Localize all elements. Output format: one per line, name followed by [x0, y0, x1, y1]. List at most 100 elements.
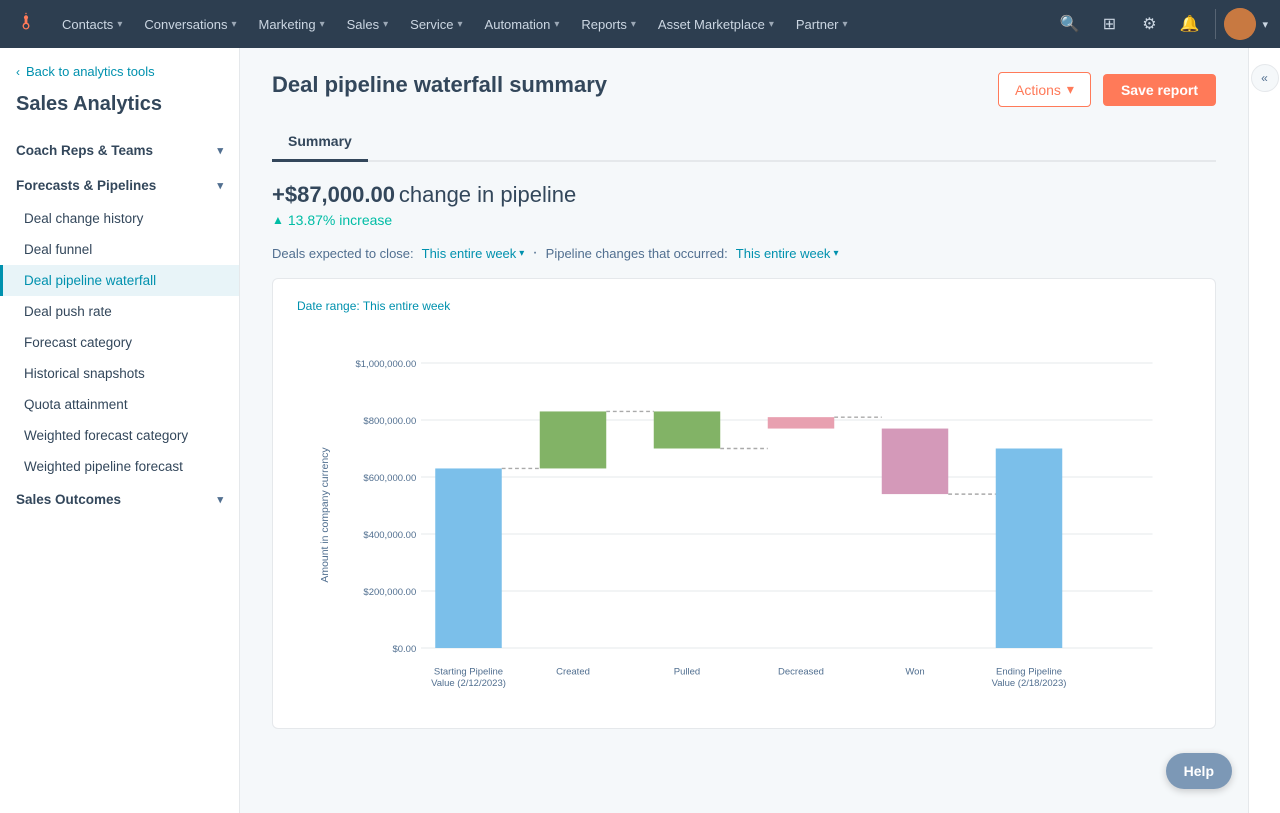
bar-decreased [768, 417, 835, 428]
page-header: Deal pipeline waterfall summary Actions … [272, 72, 1216, 107]
deals-filter-value[interactable]: This entire week ▾ [422, 246, 525, 261]
y-label: $400,000.00 [363, 530, 416, 541]
sidebar-item-quota-attainment[interactable]: Quota attainment [0, 389, 239, 420]
topnav-right-icons: 🔍 ⊞ ⚙ 🔔 ▾ [1051, 6, 1268, 42]
nav-conversations[interactable]: Conversations▾ [134, 0, 246, 48]
grid-button[interactable]: ⊞ [1091, 6, 1127, 42]
nav-automation[interactable]: Automation▾ [475, 0, 570, 48]
increase-arrow-icon: ▲ [272, 213, 284, 227]
section-label: Sales Outcomes [16, 492, 121, 507]
sidebar-item-forecast-category[interactable]: Forecast category [0, 327, 239, 358]
nav-reports[interactable]: Reports▾ [571, 0, 646, 48]
x-label-starting-date: Value (2/12/2023) [431, 678, 506, 689]
bar-pulled [654, 411, 721, 448]
sidebar-item-weighted-pipeline[interactable]: Weighted pipeline forecast [0, 451, 239, 482]
actions-caret-icon: ▾ [1067, 81, 1074, 98]
filter-caret-icon: ▾ [519, 248, 524, 259]
stats-change-value: +$87,000.00 [272, 182, 395, 207]
notifications-button[interactable]: 🔔 [1171, 6, 1207, 42]
search-button[interactable]: 🔍 [1051, 6, 1087, 42]
chevron-down-icon: ▾ [217, 493, 223, 506]
hubspot-logo[interactable] [12, 10, 40, 38]
chart-date-range: Date range: This entire week [297, 299, 1191, 313]
chevron-down-icon: ▾ [217, 144, 223, 157]
collapse-panel-button[interactable]: « [1251, 64, 1279, 92]
x-label-decreased: Decreased [778, 667, 824, 678]
x-label-pulled: Pulled [674, 667, 700, 678]
y-label: $800,000.00 [363, 416, 416, 427]
pipeline-filter-label: Pipeline changes that occurred: [546, 246, 728, 261]
back-link[interactable]: ‹ Back to analytics tools [0, 64, 239, 91]
waterfall-chart: Amount in company currency $1,000,000.00… [297, 325, 1191, 705]
nav-items: Contacts▾ Conversations▾ Marketing▾ Sale… [52, 0, 1051, 48]
sidebar-section-coach-reps[interactable]: Coach Reps & Teams ▾ [0, 133, 239, 168]
y-axis-label: Amount in company currency [320, 447, 331, 583]
filters-bar: Deals expected to close: This entire wee… [272, 244, 1216, 262]
back-label: Back to analytics tools [26, 64, 155, 79]
main-content: Deal pipeline waterfall summary Actions … [240, 48, 1248, 813]
nav-partner[interactable]: Partner▾ [786, 0, 858, 48]
sidebar-item-deal-funnel[interactable]: Deal funnel [0, 234, 239, 265]
bar-won [882, 429, 949, 495]
avatar-chevron[interactable]: ▾ [1262, 18, 1268, 31]
nav-contacts[interactable]: Contacts▾ [52, 0, 132, 48]
stats-change-label: change in pipeline [399, 182, 576, 207]
x-label-created: Created [556, 667, 590, 678]
deals-filter-label: Deals expected to close: [272, 246, 414, 261]
sidebar-item-deal-push-rate[interactable]: Deal push rate [0, 296, 239, 327]
filter-caret-icon: ▾ [833, 248, 838, 259]
nav-service[interactable]: Service▾ [400, 0, 472, 48]
sidebar-section-forecasts[interactable]: Forecasts & Pipelines ▾ [0, 168, 239, 203]
nav-divider [1215, 9, 1216, 39]
chart-card: Date range: This entire week Amount in c… [272, 278, 1216, 729]
bar-starting-pipeline [435, 468, 502, 648]
main-layout: ‹ Back to analytics tools Sales Analytic… [0, 48, 1280, 813]
sidebar-item-historical-snapshots[interactable]: Historical snapshots [0, 358, 239, 389]
back-arrow-icon: ‹ [16, 65, 20, 79]
filter-separator: · [532, 244, 537, 262]
sidebar-item-deal-pipeline-waterfall[interactable]: Deal pipeline waterfall [0, 265, 239, 296]
bar-ending-pipeline [996, 449, 1063, 649]
tab-summary[interactable]: Summary [272, 123, 368, 162]
x-label-starting: Starting Pipeline [434, 667, 503, 678]
y-label: $600,000.00 [363, 473, 416, 484]
chart-wrapper: Amount in company currency $1,000,000.00… [297, 325, 1191, 708]
actions-button[interactable]: Actions ▾ [998, 72, 1091, 107]
sidebar-item-deal-change-history[interactable]: Deal change history [0, 203, 239, 234]
deals-filter-text: This entire week [422, 246, 517, 261]
header-actions: Actions ▾ Save report [998, 72, 1216, 107]
date-range-label: Date range: [297, 299, 360, 313]
nav-sales[interactable]: Sales▾ [337, 0, 399, 48]
stats-percent: ▲ 13.87% increase [272, 212, 1216, 228]
top-navigation: Contacts▾ Conversations▾ Marketing▾ Sale… [0, 0, 1280, 48]
sidebar: ‹ Back to analytics tools Sales Analytic… [0, 48, 240, 813]
section-label: Coach Reps & Teams [16, 143, 153, 158]
stats-block: +$87,000.00 change in pipeline ▲ 13.87% … [272, 182, 1216, 228]
tabs-container: Summary [272, 123, 1216, 162]
x-label-ending: Ending Pipeline [996, 667, 1062, 678]
help-button[interactable]: Help [1166, 753, 1232, 789]
bar-created [540, 411, 607, 468]
percent-value: 13.87% increase [288, 212, 392, 228]
settings-button[interactable]: ⚙ [1131, 6, 1167, 42]
sidebar-title: Sales Analytics [0, 91, 239, 133]
user-avatar[interactable] [1224, 8, 1256, 40]
save-report-button[interactable]: Save report [1103, 74, 1216, 106]
page-title: Deal pipeline waterfall summary [272, 72, 607, 98]
pipeline-filter-value[interactable]: This entire week ▾ [736, 246, 839, 261]
x-label-won: Won [905, 667, 924, 678]
date-range-value: This entire week [363, 299, 450, 313]
nav-marketing[interactable]: Marketing▾ [248, 0, 334, 48]
actions-label: Actions [1015, 82, 1061, 98]
right-panel: « [1248, 48, 1280, 813]
y-label: $1,000,000.00 [355, 359, 416, 370]
sidebar-item-weighted-forecast[interactable]: Weighted forecast category [0, 420, 239, 451]
section-label: Forecasts & Pipelines [16, 178, 156, 193]
y-label: $200,000.00 [363, 587, 416, 598]
y-label: $0.00 [392, 644, 416, 655]
x-label-ending-date: Value (2/18/2023) [992, 678, 1067, 689]
pipeline-filter-text: This entire week [736, 246, 831, 261]
sidebar-section-sales-outcomes[interactable]: Sales Outcomes ▾ [0, 482, 239, 517]
chevron-down-icon: ▾ [217, 179, 223, 192]
nav-asset-marketplace[interactable]: Asset Marketplace▾ [648, 0, 784, 48]
